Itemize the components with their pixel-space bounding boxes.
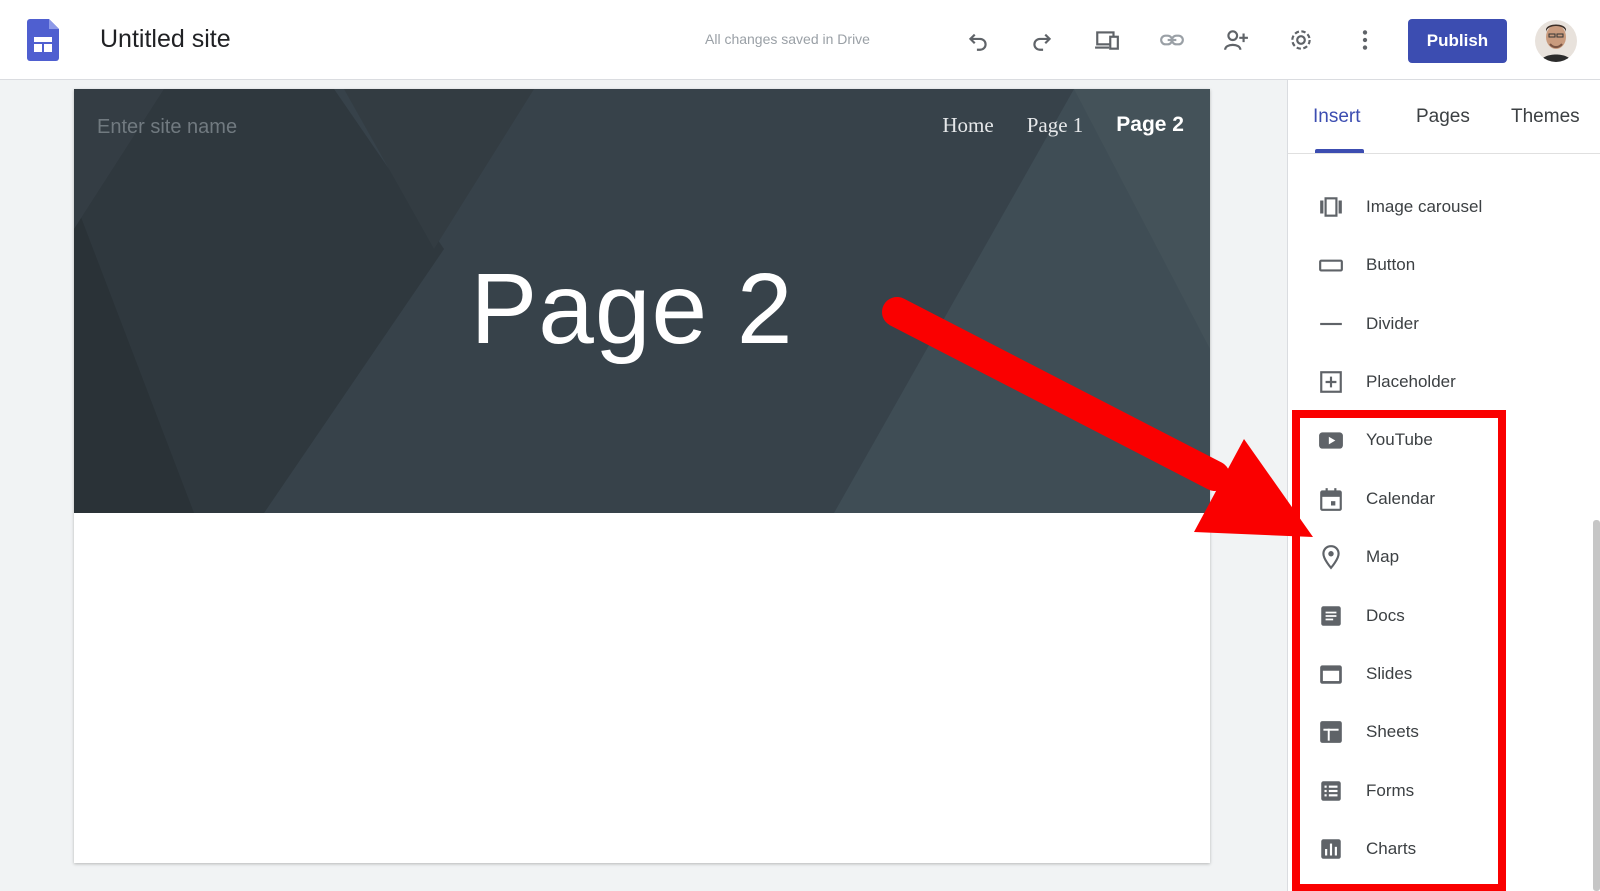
add-person-icon[interactable]: [1221, 25, 1251, 55]
insert-item-button[interactable]: Button: [1288, 241, 1600, 289]
hero-banner[interactable]: Enter site name Home Page 1 Page 2 Page …: [74, 89, 1210, 513]
save-status: All changes saved in Drive: [705, 31, 870, 47]
site-navigation: Home Page 1 Page 2: [942, 113, 1184, 138]
insert-item-divider[interactable]: Divider: [1288, 300, 1600, 348]
publish-button[interactable]: Publish: [1408, 19, 1507, 63]
insert-item-placeholder[interactable]: Placeholder: [1288, 358, 1600, 406]
google-sites-logo-icon[interactable]: [27, 19, 59, 61]
undo-icon[interactable]: [963, 25, 993, 55]
button-icon: [1319, 259, 1343, 272]
page-canvas[interactable]: Enter site name Home Page 1 Page 2 Page …: [74, 89, 1210, 863]
tab-pages[interactable]: Pages: [1416, 106, 1470, 128]
panel-scrollbar[interactable]: [1593, 520, 1600, 891]
active-tab-indicator: [1315, 149, 1364, 153]
nav-item-page-2[interactable]: Page 2: [1116, 113, 1184, 138]
nav-item-page-1[interactable]: Page 1: [1027, 113, 1084, 138]
tab-insert[interactable]: Insert: [1313, 106, 1361, 128]
tab-themes[interactable]: Themes: [1511, 106, 1580, 128]
insert-item-label: Image carousel: [1366, 197, 1483, 216]
site-title[interactable]: Untitled site: [100, 25, 231, 54]
preview-devices-icon[interactable]: [1092, 25, 1122, 55]
redo-icon[interactable]: [1027, 25, 1057, 55]
more-vert-icon[interactable]: [1350, 25, 1380, 55]
page-title[interactable]: Page 2: [74, 252, 1210, 367]
image-carousel-icon: [1320, 197, 1342, 217]
insert-item-image-carousel[interactable]: Image carousel: [1288, 183, 1600, 231]
insert-item-label: Placeholder: [1366, 372, 1456, 391]
top-bar: Untitled site All changes saved in Drive…: [0, 0, 1600, 80]
placeholder-icon: [1320, 371, 1342, 393]
annotation-highlight-box: [1292, 410, 1506, 891]
site-name-input[interactable]: Enter site name: [97, 116, 237, 139]
divider-icon: [1320, 322, 1342, 326]
avatar[interactable]: [1535, 20, 1577, 62]
settings-icon[interactable]: [1286, 25, 1316, 55]
insert-item-label: Button: [1366, 255, 1416, 274]
link-icon[interactable]: [1157, 25, 1187, 55]
nav-item-home[interactable]: Home: [942, 113, 993, 138]
insert-item-label: Divider: [1366, 314, 1419, 333]
panel-tabs: Insert Pages Themes: [1288, 80, 1600, 154]
